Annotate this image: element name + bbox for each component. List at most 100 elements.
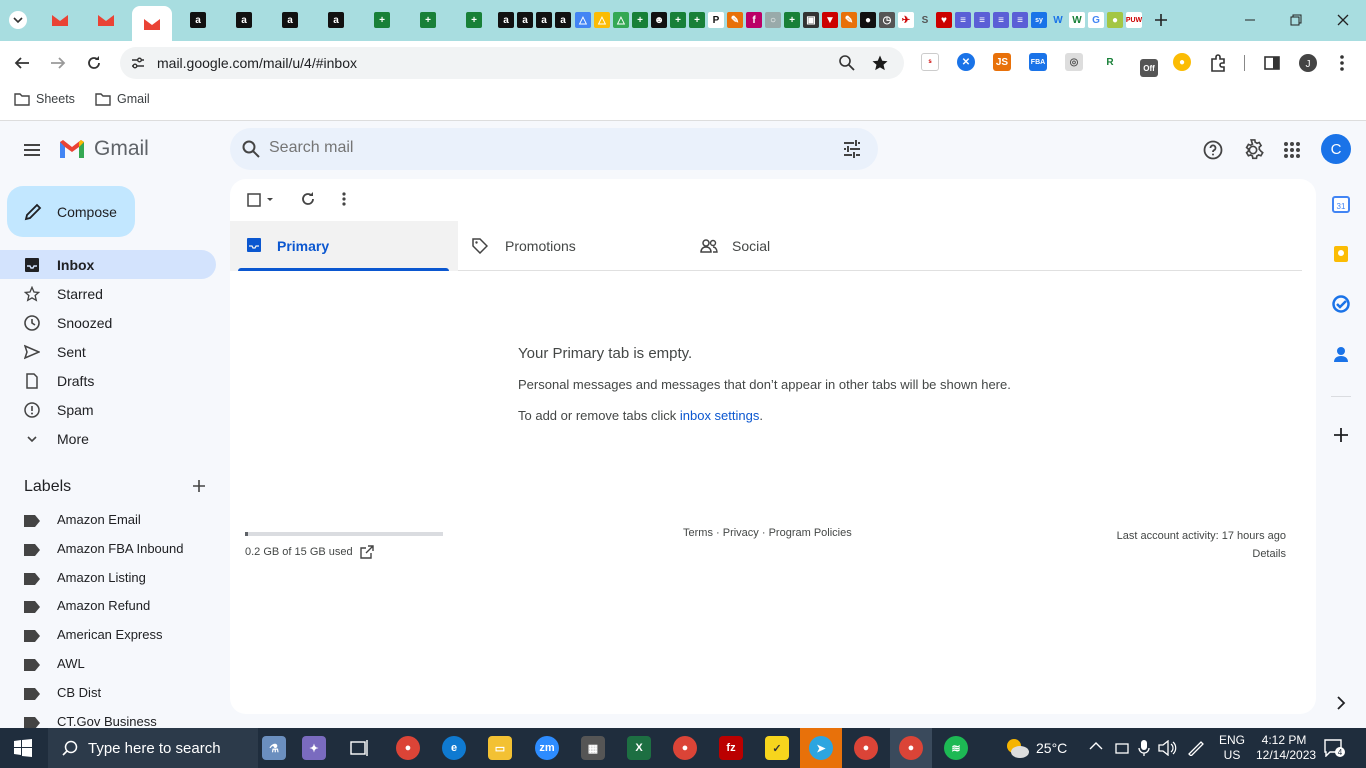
task-view-icon[interactable]: [348, 736, 372, 760]
tab-mini-32[interactable]: G: [1088, 12, 1104, 28]
tasks-icon[interactable]: [1330, 293, 1352, 315]
sidebar-item-sent[interactable]: Sent: [0, 337, 216, 366]
keep-icon[interactable]: [1330, 243, 1352, 265]
address-bar[interactable]: mail.google.com/mail/u/4/#inbox: [120, 47, 904, 79]
tab-mini-29[interactable]: sy: [1031, 12, 1047, 28]
taskbar-edge[interactable]: e: [442, 736, 466, 760]
taskbar-chrome-2[interactable]: ●: [673, 736, 697, 760]
program-policies-link[interactable]: Program Policies: [769, 527, 852, 539]
tab-mini-17[interactable]: ▣: [803, 12, 819, 28]
tab-amazon-2[interactable]: a: [230, 6, 258, 34]
label-item[interactable]: Amazon Email: [0, 506, 216, 535]
browser-menu-icon[interactable]: [1330, 51, 1354, 75]
taskbar-app-microscope[interactable]: ⚗: [262, 736, 286, 760]
tray-device-icon[interactable]: [1114, 740, 1130, 756]
gmail-logo[interactable]: Gmail: [58, 137, 149, 161]
minimize-icon[interactable]: [1240, 10, 1260, 30]
search-options-icon[interactable]: [843, 140, 861, 158]
tab-mini-28[interactable]: ≡: [1012, 12, 1028, 28]
tab-mini-19[interactable]: ✎: [841, 12, 857, 28]
notifications-icon[interactable]: 4: [1324, 739, 1346, 757]
tab-mini-1[interactable]: a: [498, 12, 514, 28]
tab-gmail-1[interactable]: [46, 6, 74, 34]
tab-amazon-3[interactable]: a: [276, 6, 304, 34]
calendar-icon[interactable]: 31: [1330, 193, 1352, 215]
tab-mini-21[interactable]: ◷: [879, 12, 895, 28]
profile-icon[interactable]: J: [1296, 51, 1320, 75]
site-info-icon[interactable]: [130, 55, 146, 71]
tab-promotions[interactable]: Promotions: [458, 221, 686, 271]
extension-8-icon[interactable]: ●: [1173, 53, 1191, 71]
microphone-icon[interactable]: [1137, 739, 1151, 757]
tray-chevron-up-icon[interactable]: [1089, 741, 1103, 751]
tab-primary[interactable]: Primary: [230, 221, 458, 271]
inbox-settings-link[interactable]: inbox settings: [680, 408, 760, 423]
extension-fba-icon[interactable]: FBA: [1029, 53, 1047, 71]
compose-button[interactable]: Compose: [7, 186, 135, 237]
sidebar-item-more[interactable]: More: [0, 424, 216, 453]
clock[interactable]: 4:12 PM 12/14/2023: [1256, 733, 1316, 763]
extension-js-icon[interactable]: JS: [993, 53, 1011, 71]
google-apps-icon[interactable]: [1280, 138, 1304, 162]
tab-mini-6[interactable]: △: [594, 12, 610, 28]
tab-mini-24[interactable]: ♥: [936, 12, 952, 28]
tab-mini-10[interactable]: +: [670, 12, 686, 28]
tab-mini-25[interactable]: ≡: [955, 12, 971, 28]
weather-icon[interactable]: [1004, 737, 1030, 759]
label-item[interactable]: CB Dist: [0, 679, 216, 708]
label-item[interactable]: Amazon FBA Inbound: [0, 535, 216, 564]
tab-mini-8[interactable]: +: [632, 12, 648, 28]
search-bar[interactable]: [230, 128, 878, 170]
extension-2-icon[interactable]: ✕: [957, 53, 975, 71]
tab-mini-27[interactable]: ≡: [993, 12, 1009, 28]
more-options-icon[interactable]: [342, 191, 346, 207]
external-link-icon[interactable]: [359, 545, 375, 559]
taskbar-filezilla[interactable]: fz: [719, 736, 743, 760]
label-item[interactable]: Amazon Listing: [0, 564, 216, 593]
side-panel-icon[interactable]: [1260, 51, 1284, 75]
tab-mini-11[interactable]: +: [689, 12, 705, 28]
restore-icon[interactable]: [1286, 10, 1306, 30]
tab-mini-13[interactable]: ✎: [727, 12, 743, 28]
tab-mini-15[interactable]: ○: [765, 12, 781, 28]
tab-mini-22[interactable]: ✈: [898, 12, 914, 28]
label-item[interactable]: American Express: [0, 621, 216, 650]
tab-mini-31[interactable]: W: [1069, 12, 1085, 28]
volume-icon[interactable]: [1158, 740, 1178, 756]
search-icon[interactable]: [242, 140, 260, 158]
reload-icon[interactable]: [82, 51, 106, 75]
new-tab-icon[interactable]: [1151, 10, 1171, 30]
taskbar-telegram[interactable]: ➤: [809, 736, 833, 760]
taskbar-spotify[interactable]: ≋: [944, 736, 968, 760]
back-icon[interactable]: [10, 51, 34, 75]
sidebar-item-inbox[interactable]: Inbox: [0, 250, 216, 279]
tab-mini-30[interactable]: W: [1050, 12, 1066, 28]
taskbar-calculator[interactable]: ▦: [581, 736, 605, 760]
tab-mini-26[interactable]: ≡: [974, 12, 990, 28]
label-item[interactable]: Amazon Refund: [0, 592, 216, 621]
bookmark-sheets[interactable]: Sheets: [14, 92, 75, 106]
tab-mini-23[interactable]: S: [917, 12, 933, 28]
terms-link[interactable]: Terms: [683, 527, 713, 539]
close-window-icon[interactable]: [1333, 10, 1353, 30]
add-label-icon[interactable]: [191, 478, 207, 494]
tab-mini-4[interactable]: a: [555, 12, 571, 28]
tab-mini-2[interactable]: a: [517, 12, 533, 28]
weather-temp[interactable]: 25°C: [1036, 740, 1067, 756]
taskbar-excel[interactable]: X: [627, 736, 651, 760]
tab-mini-18[interactable]: ▼: [822, 12, 838, 28]
bookmark-gmail[interactable]: Gmail: [95, 92, 150, 106]
tab-mini-34[interactable]: PUW: [1126, 12, 1142, 28]
pen-icon[interactable]: [1187, 740, 1205, 756]
extension-off-icon[interactable]: Off: [1140, 59, 1158, 77]
tab-mini-3[interactable]: a: [536, 12, 552, 28]
tab-sheets-1[interactable]: +: [368, 6, 396, 34]
tab-gmail-active[interactable]: [132, 6, 172, 41]
zoom-icon[interactable]: [838, 54, 856, 72]
tab-mini-14[interactable]: f: [746, 12, 762, 28]
forward-icon[interactable]: [46, 51, 70, 75]
select-checkbox[interactable]: [246, 192, 274, 208]
main-menu-icon[interactable]: [20, 138, 44, 162]
search-input[interactable]: [269, 139, 769, 157]
tab-mini-20[interactable]: ●: [860, 12, 876, 28]
